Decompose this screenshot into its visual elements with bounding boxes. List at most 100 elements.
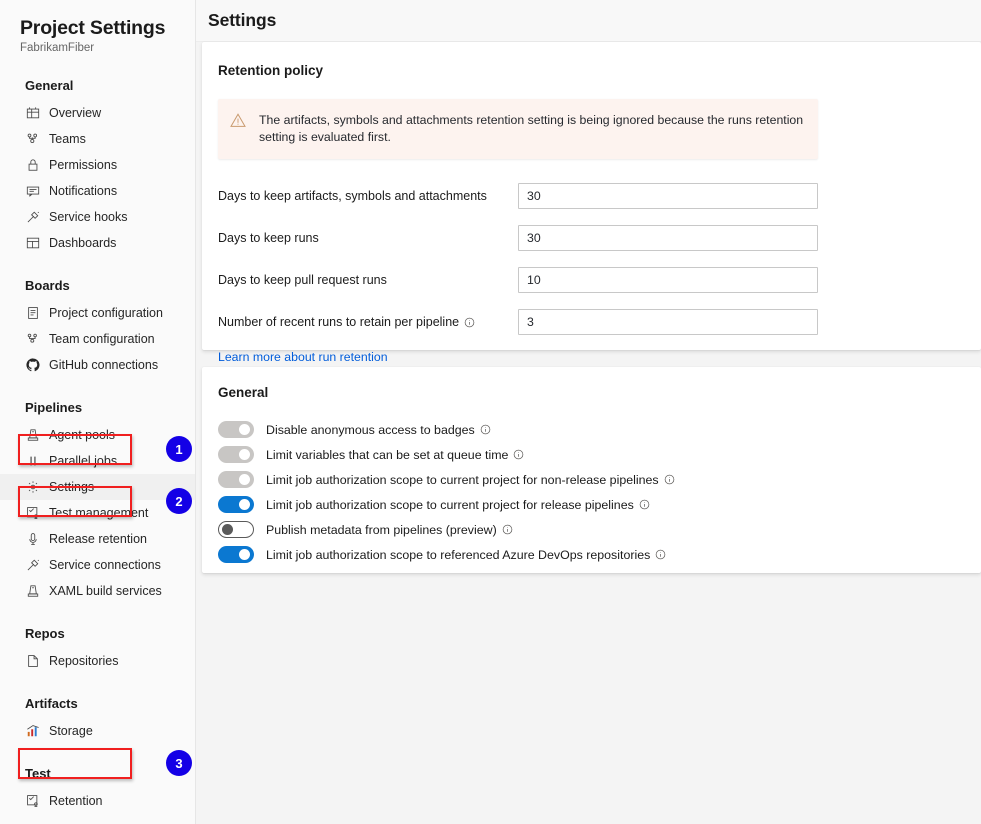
project-name: FabrikamFiber [20, 42, 95, 54]
toggle-knob [222, 524, 233, 535]
toggle-switch[interactable] [218, 521, 254, 538]
service-hooks-icon [25, 210, 40, 225]
sidebar-item-xaml-build-services[interactable]: XAML build services [0, 578, 195, 604]
retention-field-row: Days to keep pull request runs [218, 263, 965, 297]
overview-icon [25, 106, 40, 121]
info-icon[interactable] [502, 524, 513, 535]
info-icon[interactable] [513, 449, 524, 460]
info-icon[interactable] [655, 549, 666, 560]
retention-field-row: Number of recent runs to retain per pipe… [218, 305, 965, 339]
label-text: Disable anonymous access to badges [266, 422, 475, 437]
sidebar-item-github-connections[interactable]: GitHub connections [0, 352, 195, 378]
general-toggle-label: Limit variables that can be set at queue… [266, 448, 524, 462]
general-toggle-row: Publish metadata from pipelines (preview… [218, 517, 965, 542]
toggle-knob [239, 424, 250, 435]
info-icon[interactable] [464, 317, 475, 328]
general-toggle-row: Limit job authorization scope to current… [218, 467, 965, 492]
retention-field-input[interactable] [518, 267, 818, 293]
retention-field-input[interactable] [518, 309, 818, 335]
project-config-icon [25, 306, 40, 321]
retention-field-row: Days to keep artifacts, symbols and atta… [218, 179, 965, 213]
general-toggle-row: Disable anonymous access to badges [218, 417, 965, 442]
info-icon[interactable] [639, 499, 650, 510]
retention-fields: Days to keep artifacts, symbols and atta… [218, 179, 965, 339]
team-config-icon [25, 332, 40, 347]
sidebar-item-label: Settings [49, 480, 95, 494]
general-toggle-row: Limit job authorization scope to current… [218, 492, 965, 517]
sidebar-item-label: Teams [49, 132, 86, 146]
label-text: Limit job authorization scope to referen… [266, 547, 651, 562]
retention-field-label: Days to keep runs [218, 231, 518, 245]
retention-policy-title: Retention policy [218, 63, 324, 78]
retention-field-input[interactable] [518, 225, 818, 251]
sidebar-item-team-configuration[interactable]: Team configuration [0, 326, 195, 352]
sidebar-item-label: Release retention [49, 532, 147, 546]
sidebar-item-retention[interactable]: Retention [0, 788, 195, 814]
sidebar-item-label: Service connections [49, 558, 161, 572]
toggle-knob [239, 499, 250, 510]
parallel-jobs-icon [25, 454, 40, 469]
general-toggle-row: Limit variables that can be set at queue… [218, 442, 965, 467]
sidebar-item-project-configuration[interactable]: Project configuration [0, 300, 195, 326]
sidebar-group-header-pipelines: Pipelines [25, 400, 83, 415]
gear-icon [25, 480, 40, 495]
sidebar-group-header-general: General [25, 78, 74, 93]
toggle-switch[interactable] [218, 546, 254, 563]
toggle-switch[interactable] [218, 421, 254, 438]
storage-icon [25, 724, 40, 739]
sidebar-item-label: GitHub connections [49, 358, 159, 372]
sidebar-item-teams[interactable]: Teams [0, 126, 195, 152]
learn-more-run-retention-link[interactable]: Learn more about run retention [218, 350, 388, 364]
retention-field-input[interactable] [518, 183, 818, 209]
agent-pools-icon [25, 428, 40, 443]
sidebar-group-header-boards: Boards [25, 278, 70, 293]
sidebar-group-header-test: Test [25, 766, 51, 781]
label-text: Publish metadata from pipelines (preview… [266, 522, 497, 537]
info-icon[interactable] [664, 474, 675, 485]
retention-field-label: Days to keep pull request runs [218, 273, 518, 287]
sidebar-item-permissions[interactable]: Permissions [0, 152, 195, 178]
retention-policy-card: Retention policy The artifacts, symbols … [202, 42, 981, 364]
sidebar-item-repositories[interactable]: Repositories [0, 648, 195, 674]
label-text: Days to keep pull request runs [218, 273, 387, 287]
retention-field-row: Days to keep runs [218, 221, 965, 255]
sidebar-item-service-connections[interactable]: Service connections [0, 552, 195, 578]
dashboards-icon [25, 236, 40, 251]
label-text: Number of recent runs to retain per pipe… [218, 315, 460, 329]
retention-field-label: Number of recent runs to retain per pipe… [218, 315, 518, 329]
sidebar-item-dashboards[interactable]: Dashboards [0, 230, 195, 256]
toggle-knob [239, 549, 250, 560]
step-badge-1: 1 [166, 436, 192, 462]
sidebar-item-label: Retention [49, 794, 103, 808]
sidebar-item-label: Storage [49, 724, 93, 738]
github-icon [25, 358, 40, 373]
general-toggle-list: Disable anonymous access to badges Limit … [218, 417, 965, 567]
label-text: Limit variables that can be set at queue… [266, 447, 509, 462]
sidebar-item-label: Agent pools [49, 428, 116, 442]
sidebar-item-label: Test management [49, 506, 149, 520]
content-header: Settings [196, 0, 981, 42]
sidebar-item-notifications[interactable]: Notifications [0, 178, 195, 204]
info-icon[interactable] [480, 424, 491, 435]
step-badge-2: 2 [166, 488, 192, 514]
sidebar-item-storage[interactable]: Storage [0, 718, 195, 744]
sidebar-item-release-retention[interactable]: Release retention [0, 526, 195, 552]
retention-icon [25, 794, 40, 809]
toggle-switch[interactable] [218, 446, 254, 463]
retention-warning-banner: The artifacts, symbols and attachments r… [218, 99, 818, 159]
toggle-switch[interactable] [218, 471, 254, 488]
general-settings-card: General Disable anonymous access to badg… [202, 367, 981, 573]
warning-triangle-icon [230, 113, 250, 133]
xaml-build-icon [25, 584, 40, 599]
toggle-switch[interactable] [218, 496, 254, 513]
sidebar-item-service-hooks[interactable]: Service hooks [0, 204, 195, 230]
content-title: Settings [208, 10, 277, 30]
main-content: Settings Retention policy The artifacts,… [196, 0, 981, 824]
sidebar-group-header-artifacts: Artifacts [25, 696, 78, 711]
sidebar-item-overview[interactable]: Overview [0, 100, 195, 126]
sidebar-item-label: Project configuration [49, 306, 163, 320]
general-toggle-row: Limit job authorization scope to referen… [218, 542, 965, 567]
step-badge-3: 3 [166, 750, 192, 776]
general-toggle-label: Limit job authorization scope to referen… [266, 548, 666, 562]
notification-icon [25, 184, 40, 199]
